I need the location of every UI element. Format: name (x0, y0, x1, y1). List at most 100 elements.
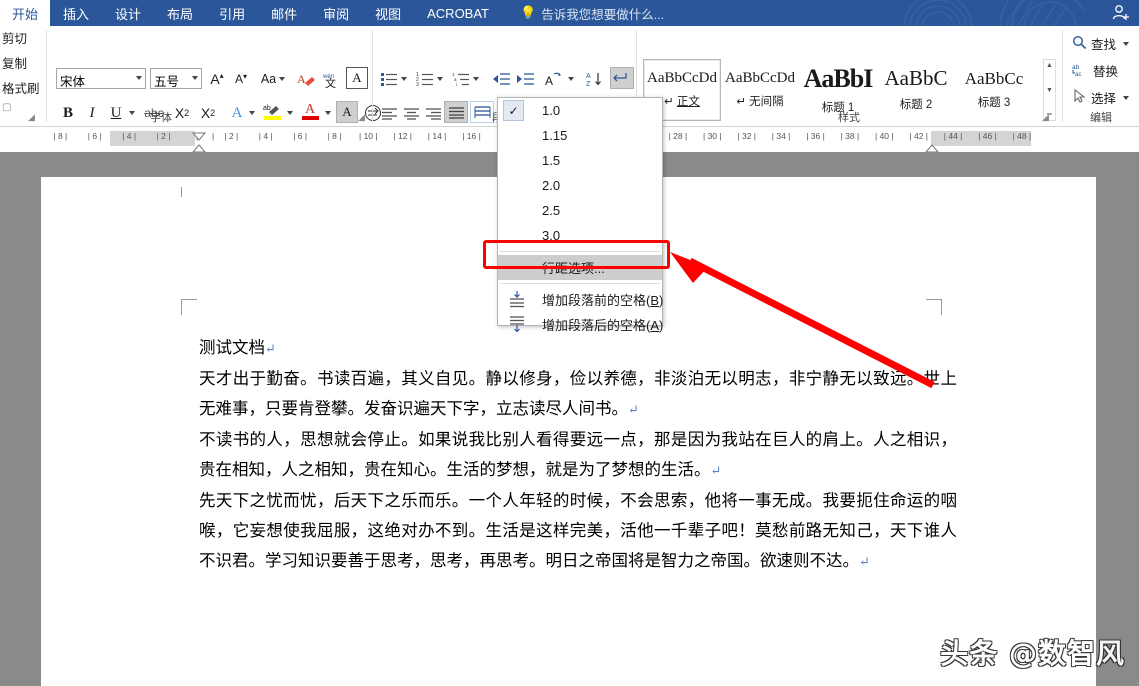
space-after-icon (508, 315, 526, 333)
bullets-dropdown[interactable] (398, 68, 410, 90)
paragraph-4[interactable]: 先天下之忧而忧，后天下之乐而乐。一个人年轻的时候，不会思索，他将一事无成。我要扼… (199, 486, 957, 577)
character-shading-button[interactable]: A (336, 101, 358, 123)
font-color-dropdown[interactable] (322, 102, 334, 124)
paragraph-1[interactable]: 测试文档↵ (199, 333, 957, 364)
menu-item-label: 增加段落后的空格(A) (542, 315, 663, 334)
style-item-heading-3[interactable]: AaBbCc 标题 3 (955, 59, 1033, 121)
underline-button[interactable]: U (106, 102, 126, 124)
bullets-button[interactable] (378, 68, 400, 90)
tab-insert[interactable]: 插入 (50, 0, 102, 26)
superscript-button[interactable]: X2 (196, 102, 220, 124)
decrease-indent-button[interactable] (489, 68, 513, 90)
menu-item-2-0[interactable]: 2.0 (498, 173, 662, 198)
line-spacing-menu[interactable]: ✓ 1.0 1.15 1.5 2.0 2.5 3.0 行距选项... 增加段落前… (497, 97, 663, 326)
paragraph-3[interactable]: 不读书的人，思想就会停止。如果说我比别人看得要远一点，那是因为我站在巨人的肩上。… (199, 425, 957, 486)
font-size-combobox[interactable]: 五号 (150, 68, 202, 89)
align-right-button[interactable] (422, 102, 444, 124)
multilevel-dropdown[interactable] (470, 68, 482, 90)
style-item-heading-2[interactable]: AaBbC 标题 2 (877, 59, 955, 121)
ribbon-tab-bar: 开始 插入 设计 布局 引用 邮件 审阅 视图 ACROBAT 💡 告诉我您想要… (0, 0, 1139, 26)
document-text[interactable]: 测试文档↵ 天才出于勤奋。书读百遍，其义自见。静以修身，俭以养德，非淡泊无以明志… (199, 333, 957, 577)
sort-button[interactable]: AZ (583, 68, 607, 90)
shrink-font-button[interactable]: A▾ (230, 68, 252, 90)
font-dialog-launcher[interactable]: ◢ (358, 112, 365, 123)
asian-layout-dropdown[interactable] (565, 68, 577, 90)
tell-me-box[interactable]: 💡 告诉我您想要做什么... (520, 0, 664, 26)
justify-button[interactable] (444, 101, 468, 123)
menu-item-add-space-before[interactable]: 增加段落前的空格(B) (498, 287, 662, 312)
tab-home[interactable]: 开始 (0, 0, 50, 26)
tab-view[interactable]: 视图 (362, 0, 414, 26)
svg-text:ab: ab (1072, 64, 1080, 71)
find-label: 查找 (1091, 34, 1116, 53)
underline-dropdown[interactable] (126, 102, 138, 124)
distributed-button[interactable] (470, 101, 494, 123)
clear-formatting-button[interactable]: A (296, 68, 318, 90)
svg-text:i: i (456, 82, 457, 86)
paragraph-mark: ↵ (265, 341, 276, 356)
multilevel-list-button[interactable]: 1ai (450, 68, 472, 90)
tab-review[interactable]: 审阅 (310, 0, 362, 26)
watermark: 头条 @数智风 (940, 632, 1125, 672)
styles-dialog-launcher[interactable]: ◢ (1042, 112, 1049, 123)
character-border-button[interactable]: A (346, 67, 368, 89)
italic-button[interactable]: I (82, 102, 102, 124)
show-formatting-marks-button[interactable] (610, 67, 634, 89)
bold-button[interactable]: B (58, 102, 78, 124)
clipboard-paste-icon[interactable]: ▢ (2, 102, 11, 113)
paragraph-mark: ↵ (711, 463, 722, 478)
text-effects-dropdown[interactable] (246, 102, 258, 124)
ruler-tick: | 8 | (328, 131, 342, 141)
ruler-tick: | 16 | (462, 131, 481, 141)
format-painter-button[interactable]: 格式刷 (2, 78, 40, 97)
ruler-tick: | 46 | (978, 131, 997, 141)
text-effects-button[interactable]: A (226, 102, 248, 124)
clipboard-dialog-launcher[interactable]: ◢ (28, 112, 35, 123)
font-color-button[interactable]: A (298, 100, 322, 122)
align-left-button[interactable] (378, 102, 400, 124)
increase-indent-button[interactable] (513, 68, 537, 90)
tab-acrobat[interactable]: ACROBAT (414, 0, 502, 26)
menu-item-label: 2.0 (542, 178, 560, 193)
account-add-icon[interactable] (1111, 3, 1131, 27)
subscript-button[interactable]: X2 (170, 102, 194, 124)
menu-item-2-5[interactable]: 2.5 (498, 198, 662, 223)
ruler-tick: | 40 | (875, 131, 894, 141)
menu-item-1-5[interactable]: 1.5 (498, 148, 662, 173)
menu-item-1-15[interactable]: 1.15 (498, 123, 662, 148)
highlight-color-dropdown[interactable] (284, 102, 296, 124)
select-button[interactable]: 选择 (1072, 88, 1129, 107)
grow-font-button[interactable]: A▴ (206, 68, 228, 90)
change-case-button[interactable]: Aa (258, 68, 288, 90)
phonetic-guide-button[interactable]: wén 文 (320, 68, 342, 90)
menu-item-add-space-after[interactable]: 增加段落后的空格(A) (498, 312, 662, 337)
svg-text:A: A (297, 72, 306, 86)
paragraph-2[interactable]: 天才出于勤奋。书读百遍，其义自见。静以修身，俭以养德，非淡泊无以明志，非宁静无以… (199, 364, 957, 425)
asian-layout-button[interactable]: A (541, 68, 565, 90)
tab-references[interactable]: 引用 (206, 0, 258, 26)
cut-button[interactable]: 剪切 (2, 28, 27, 47)
svg-text:3: 3 (416, 82, 419, 86)
menu-item-label: 1.15 (542, 128, 567, 143)
font-name-combobox[interactable]: 宋体 (56, 68, 146, 89)
replace-label: 替换 (1093, 61, 1118, 80)
menu-item-line-spacing-options[interactable]: 行距选项... (498, 255, 662, 280)
tab-design[interactable]: 设计 (102, 0, 154, 26)
style-preview: AaBbI (804, 66, 873, 92)
tab-mailings[interactable]: 邮件 (258, 0, 310, 26)
style-item-no-spacing[interactable]: AaBbCcDd ↵ 无间隔 (721, 59, 799, 121)
menu-item-1-0[interactable]: ✓ 1.0 (498, 98, 662, 123)
align-center-button[interactable] (400, 102, 422, 124)
copy-button[interactable]: 复制 (2, 53, 27, 72)
numbering-dropdown[interactable] (434, 68, 446, 90)
text-highlight-color-button[interactable]: ab (260, 100, 284, 122)
menu-item-label: 增加段落前的空格(B) (542, 290, 663, 309)
numbering-button[interactable]: 123 (414, 68, 436, 90)
scroll-up-icon[interactable]: ▲ (1046, 60, 1053, 71)
font-name-value: 宋体 (60, 75, 85, 89)
scroll-down-icon[interactable]: ▼ (1046, 85, 1053, 96)
tab-layout[interactable]: 布局 (154, 0, 206, 26)
replace-button[interactable]: abac 替换 (1072, 61, 1118, 80)
find-button[interactable]: 查找 (1072, 34, 1129, 53)
menu-item-3-0[interactable]: 3.0 (498, 223, 662, 248)
